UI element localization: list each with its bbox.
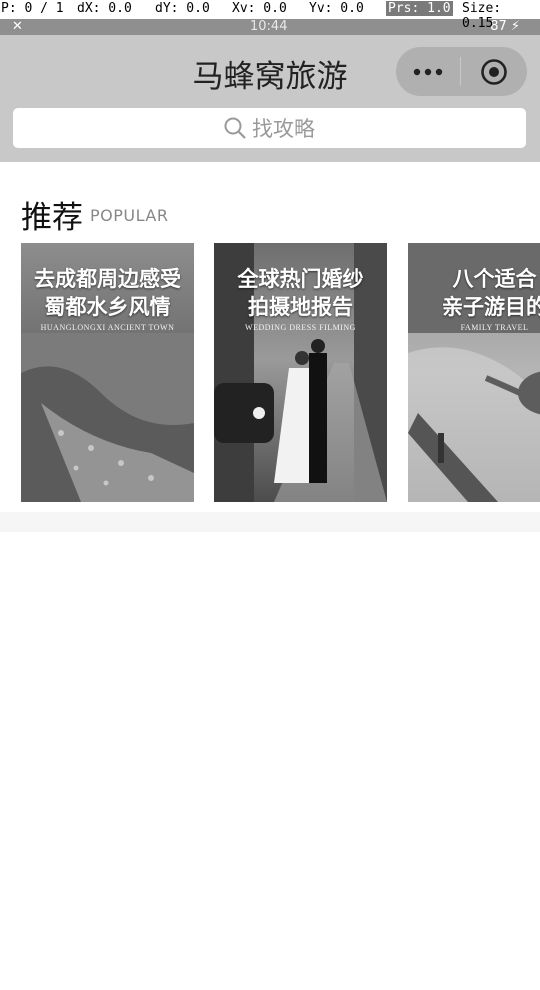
debug-pressure: Prs: 1.0 [386, 1, 453, 16]
card-title-line1: 八个适合 [452, 266, 537, 291]
target-circle-icon [481, 58, 507, 85]
more-button[interactable] [396, 47, 460, 96]
debug-dx: dX: 0.0 [77, 1, 132, 16]
card-title: 八个适合亲子游目的 [408, 265, 540, 321]
card-title-line2: 蜀都水乡风情 [44, 294, 171, 319]
capsule-menu [396, 47, 527, 96]
card-item[interactable]: 全球热门婚纱 拍摄地报告 WEDDING DRESS FILMING [214, 243, 387, 502]
debug-overlay: P: 0 / 1 dX: 0.0 dY: 0.0 Xv: 0.0 Yv: 0.0… [0, 0, 540, 31]
app-header: 马蜂窝旅游 找攻略 [0, 35, 540, 162]
recommend-section: 推荐 POPULAR 去成都周边感受 蜀都水乡风情 HUANGLONGXI ANC… [0, 162, 540, 532]
status-time: 10:44 [250, 19, 288, 34]
status-bar: ✕ 10:44 87 ⚡ [0, 19, 540, 35]
debug-pointer: P: 0 / 1 [1, 1, 64, 16]
card-subtitle: WEDDING DRESS FILMING [245, 323, 356, 332]
card-title-line1: 全球热门婚纱 [237, 266, 364, 291]
search-placeholder: 找攻略 [252, 117, 315, 141]
debug-yv: Yv: 0.0 [309, 1, 364, 16]
section-title: 推荐 [21, 200, 83, 236]
section-subtitle: POPULAR [90, 206, 169, 225]
card-title: 去成都周边感受 蜀都水乡风情 [21, 265, 194, 321]
card-item[interactable]: 去成都周边感受 蜀都水乡风情 HUANGLONGXI ANCIENT TOWN [21, 243, 194, 502]
card-subtitle: HUANGLONGXI ANCIENT TOWN [40, 323, 175, 332]
more-dots-icon [413, 68, 443, 75]
recommend-panel: 推荐 POPULAR 去成都周边感受 蜀都水乡风情 HUANGLONGXI ANC… [0, 162, 540, 512]
card-title: 全球热门婚纱 拍摄地报告 [214, 265, 387, 321]
card-title-line2: 亲子游目的 [442, 294, 540, 319]
debug-size: Size: 0.15 [462, 1, 502, 31]
debug-dy: dY: 0.0 [155, 1, 210, 16]
card-title-line1: 去成都周边感受 [34, 266, 181, 291]
card-carousel[interactable]: 去成都周边感受 蜀都水乡风情 HUANGLONGXI ANCIENT TOWN 全… [21, 243, 540, 502]
search-bar[interactable]: 找攻略 [13, 108, 526, 148]
search-icon [224, 117, 246, 139]
debug-xv: Xv: 0.0 [232, 1, 287, 16]
card-item[interactable]: 八个适合亲子游目的 FAMILY TRAVEL [408, 243, 540, 502]
notification-icon: ✕ [12, 19, 23, 34]
card-subtitle: FAMILY TRAVEL [460, 323, 529, 332]
card-title-line2: 拍摄地报告 [248, 294, 353, 319]
close-miniprogram-button[interactable] [461, 47, 527, 96]
